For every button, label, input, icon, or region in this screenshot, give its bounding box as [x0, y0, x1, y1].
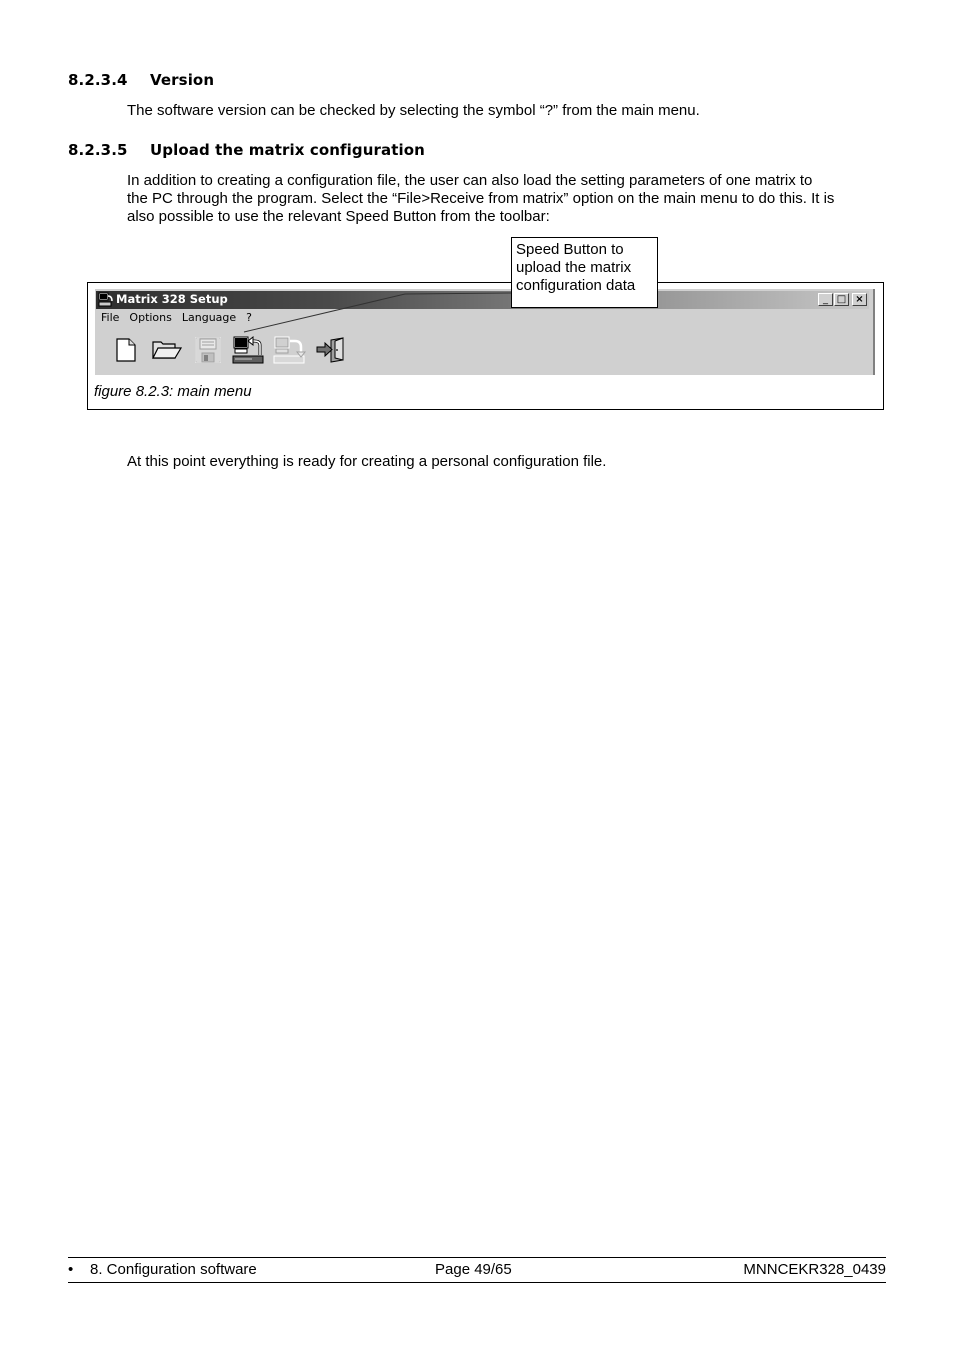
- menu-options[interactable]: Options: [129, 311, 171, 324]
- new-file-button[interactable]: [105, 333, 146, 367]
- receive-from-matrix-icon: [232, 335, 263, 364]
- window-controls: _ □ ×: [818, 293, 867, 306]
- app-icon: [98, 292, 113, 307]
- callout-line: upload the matrix: [516, 259, 632, 276]
- minimize-button[interactable]: _: [818, 293, 833, 306]
- footer-chapter: 8. Configuration software: [90, 1261, 257, 1278]
- close-button[interactable]: ×: [852, 293, 867, 306]
- send-to-matrix-icon: [273, 336, 306, 364]
- save-file-button[interactable]: [187, 333, 228, 367]
- exit-door-icon: [316, 337, 343, 363]
- footer-doc-code: MNNCEKR328_0439: [743, 1261, 886, 1278]
- footer-page-number: Page 49/65: [435, 1261, 512, 1278]
- figure-caption: figure 8.2.3: main menu: [94, 383, 252, 400]
- menu-bar: File Options Language ?: [101, 311, 252, 324]
- save-disk-icon: [194, 337, 221, 363]
- window-title: Matrix 328 Setup: [116, 292, 228, 306]
- menu-language[interactable]: Language: [182, 311, 236, 324]
- app-window-screenshot: Matrix 328 Setup _ □ × File Options Lang…: [95, 289, 875, 375]
- window-titlebar: Matrix 328 Setup _ □ ×: [96, 291, 869, 309]
- closing-paragraph: At this point everything is ready for cr…: [127, 453, 607, 470]
- section-number: 8.2.3.4: [68, 71, 128, 89]
- callout-line: configuration data: [516, 277, 636, 294]
- paragraph-line: the PC through the program. Select the “…: [127, 190, 835, 207]
- paragraph-line: In addition to creating a configuration …: [127, 172, 813, 189]
- callout-line: Speed Button to: [516, 241, 624, 258]
- paragraph-line: also possible to use the relevant Speed …: [127, 208, 550, 225]
- footer-bullet: •: [68, 1261, 74, 1278]
- figure-main-menu: Matrix 328 Setup _ □ × File Options Lang…: [87, 282, 884, 410]
- section-title: Upload the matrix configuration: [150, 141, 425, 159]
- receive-from-matrix-button[interactable]: [228, 333, 269, 367]
- exit-button[interactable]: [310, 333, 351, 367]
- new-file-icon: [115, 338, 136, 362]
- version-paragraph: The software version can be checked by s…: [127, 102, 700, 119]
- send-to-matrix-button[interactable]: [269, 333, 310, 367]
- section-heading-upload: 8.2.3.5 Upload the matrix configuration: [68, 141, 425, 159]
- menu-help[interactable]: ?: [246, 311, 252, 324]
- menu-file[interactable]: File: [101, 311, 119, 324]
- section-number: 8.2.3.5: [68, 141, 128, 159]
- callout-box: Speed Button to upload the matrix config…: [511, 237, 658, 308]
- upload-paragraph: In addition to creating a configuration …: [127, 172, 897, 226]
- open-folder-icon: [151, 341, 182, 359]
- footer-bottom-rule: [68, 1282, 886, 1283]
- open-file-button[interactable]: [146, 333, 187, 367]
- section-title: Version: [150, 71, 215, 89]
- footer-top-rule: [68, 1257, 886, 1258]
- toolbar: [105, 333, 351, 367]
- maximize-button[interactable]: □: [834, 293, 849, 306]
- section-heading-version: 8.2.3.4 Version: [68, 71, 214, 89]
